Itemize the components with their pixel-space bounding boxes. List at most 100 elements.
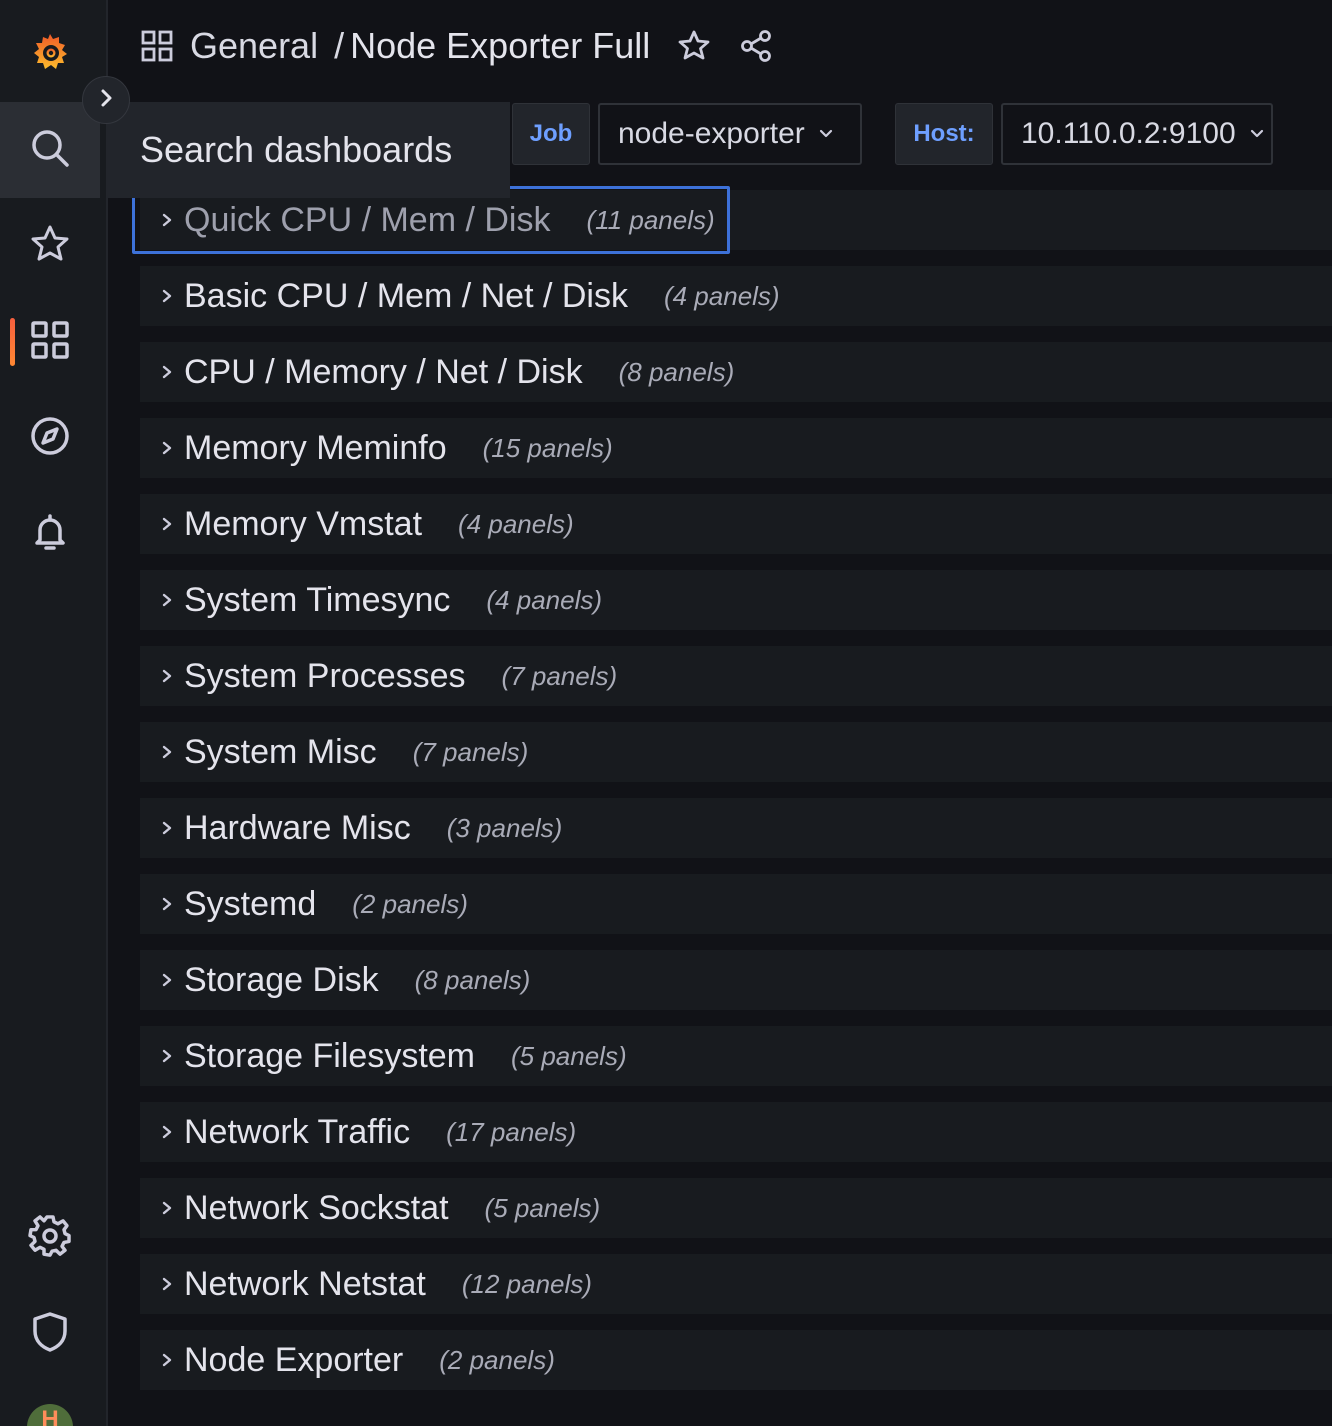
row-panel-count: (4 panels) xyxy=(458,508,574,539)
dashboard-row[interactable]: Hardware Misc (3 panels) xyxy=(140,798,1332,858)
chevron-right-icon xyxy=(160,970,174,990)
sidebar-item-search[interactable] xyxy=(0,102,100,198)
star-icon xyxy=(28,222,72,271)
chevron-right-icon xyxy=(160,742,174,762)
star-icon xyxy=(676,28,712,64)
chevron-right-icon xyxy=(160,1122,174,1142)
dashboard-header: General / Node Exporter Full xyxy=(140,20,774,72)
sidebar-item-alerting[interactable] xyxy=(0,486,100,582)
dashboards-icon xyxy=(28,318,72,367)
chevron-right-icon xyxy=(160,1274,174,1294)
dashboard-row[interactable]: System Timesync (4 panels) xyxy=(140,570,1332,630)
grafana-logo-icon xyxy=(28,30,72,79)
dashboard-row[interactable]: Network Netstat (12 panels) xyxy=(140,1254,1332,1314)
row-panel-count: (4 panels) xyxy=(663,280,780,311)
row-title: Memory Vmstat xyxy=(184,504,423,543)
row-title: Basic CPU / Mem / Net / Disk xyxy=(184,276,628,315)
dashboard-title[interactable]: Node Exporter Full xyxy=(350,25,650,67)
chevron-right-icon xyxy=(160,1198,174,1218)
row-panel-count: (17 panels) xyxy=(446,1116,577,1147)
sidebar: H xyxy=(0,0,108,1426)
dashboard-row[interactable]: Systemd (2 panels) xyxy=(140,874,1332,934)
avatar[interactable]: H xyxy=(27,1404,73,1426)
row-title: Node Exporter xyxy=(184,1340,404,1379)
row-title: Network Netstat xyxy=(184,1264,426,1303)
avatar-letter: H xyxy=(41,1406,59,1426)
breadcrumb-separator: / xyxy=(334,25,345,66)
gear-icon xyxy=(28,1214,72,1263)
row-panel-count: (2 panels) xyxy=(439,1344,555,1375)
chevron-right-icon xyxy=(160,210,174,230)
expand-sidebar-button[interactable] xyxy=(82,76,130,124)
row-title: Storage Filesystem xyxy=(184,1036,475,1075)
dashboard-row[interactable]: System Processes (7 panels) xyxy=(140,646,1332,706)
row-panel-count: (8 panels) xyxy=(414,964,531,995)
sidebar-item-dashboards[interactable] xyxy=(0,294,100,390)
row-title: System Timesync xyxy=(184,580,451,619)
chevron-right-icon xyxy=(160,666,174,686)
row-panel-count: (5 panels) xyxy=(484,1192,601,1223)
chevron-right-icon xyxy=(160,514,174,534)
chevron-right-icon xyxy=(160,286,174,306)
chevron-right-icon xyxy=(160,362,174,382)
grafana-app: H Search dashboards General / Node Expor… xyxy=(0,0,1332,1426)
row-panel-count: (7 panels) xyxy=(412,736,529,767)
row-title: Network Traffic xyxy=(184,1112,411,1151)
dashboard-row[interactable]: CPU / Memory / Net / Disk (8 panels) xyxy=(140,342,1332,402)
row-title: Memory Meminfo xyxy=(184,428,447,467)
sidebar-item-explore[interactable] xyxy=(0,390,100,486)
row-panel-count: (8 panels) xyxy=(618,356,735,387)
row-title: Quick CPU / Mem / Disk xyxy=(184,200,551,239)
dashboard-row[interactable]: Network Sockstat (5 panels) xyxy=(140,1178,1332,1238)
job-value: node-exporter xyxy=(618,117,805,150)
row-title: Hardware Misc xyxy=(184,808,411,847)
chevron-right-icon xyxy=(160,894,174,914)
variable-select-job[interactable]: node-exporter xyxy=(598,103,862,165)
dashboard-row[interactable]: Storage Filesystem (5 panels) xyxy=(140,1026,1332,1086)
chevron-right-icon xyxy=(160,1350,174,1370)
row-title: System Misc xyxy=(184,732,377,771)
chevron-down-icon xyxy=(1248,125,1266,143)
row-title: System Processes xyxy=(184,656,466,695)
chevron-right-icon xyxy=(160,1046,174,1066)
row-panel-count: (4 panels) xyxy=(486,584,603,615)
row-title: Systemd xyxy=(184,884,317,923)
search-tooltip: Search dashboards xyxy=(106,102,510,198)
chevron-right-icon xyxy=(160,818,174,838)
sidebar-item-starred[interactable] xyxy=(0,198,100,294)
row-panel-count: (12 panels) xyxy=(461,1268,592,1299)
dashboard-row[interactable]: Basic CPU / Mem / Net / Disk (4 panels) xyxy=(140,266,1332,326)
variable-label-host: Host: xyxy=(895,103,993,165)
row-panel-count: (11 panels) xyxy=(586,204,715,235)
shield-icon xyxy=(28,1310,72,1359)
dashboard-row[interactable]: Memory Vmstat (4 panels) xyxy=(140,494,1332,554)
row-title: CPU / Memory / Net / Disk xyxy=(184,352,583,391)
explore-compass-icon xyxy=(28,414,72,463)
chevron-down-icon xyxy=(817,125,835,143)
dashboard-row[interactable]: Network Traffic (17 panels) xyxy=(140,1102,1332,1162)
dashboard-row[interactable]: Memory Meminfo (15 panels) xyxy=(140,418,1332,478)
chevron-right-icon xyxy=(160,438,174,458)
row-title: Network Sockstat xyxy=(184,1188,449,1227)
row-panel-count: (5 panels) xyxy=(511,1040,627,1071)
share-icon xyxy=(738,28,774,64)
row-panel-count: (7 panels) xyxy=(501,660,618,691)
mark-favorite-button[interactable] xyxy=(676,28,712,64)
chevron-right-icon xyxy=(95,87,117,114)
row-panel-count: (15 panels) xyxy=(482,432,613,463)
variable-select-host[interactable]: 10.110.0.2:9100 xyxy=(1001,103,1273,165)
host-value: 10.110.0.2:9100 xyxy=(1021,117,1236,150)
dashboard-row[interactable]: Node Exporter (2 panels) xyxy=(140,1330,1332,1390)
dashboard-row[interactable]: System Misc (7 panels) xyxy=(140,722,1332,782)
alerting-bell-icon xyxy=(28,510,72,559)
row-panel-count: (3 panels) xyxy=(446,812,563,843)
dashboard-grid-icon xyxy=(140,29,174,63)
variable-label-job: Job xyxy=(512,103,590,165)
sidebar-item-server-admin[interactable] xyxy=(0,1286,100,1382)
row-title: Storage Disk xyxy=(184,960,379,999)
sidebar-item-configuration[interactable] xyxy=(0,1190,100,1286)
breadcrumb-folder[interactable]: General xyxy=(190,25,318,67)
share-dashboard-button[interactable] xyxy=(738,28,774,64)
dashboard-row[interactable]: Storage Disk (8 panels) xyxy=(140,950,1332,1010)
chevron-right-icon xyxy=(160,590,174,610)
